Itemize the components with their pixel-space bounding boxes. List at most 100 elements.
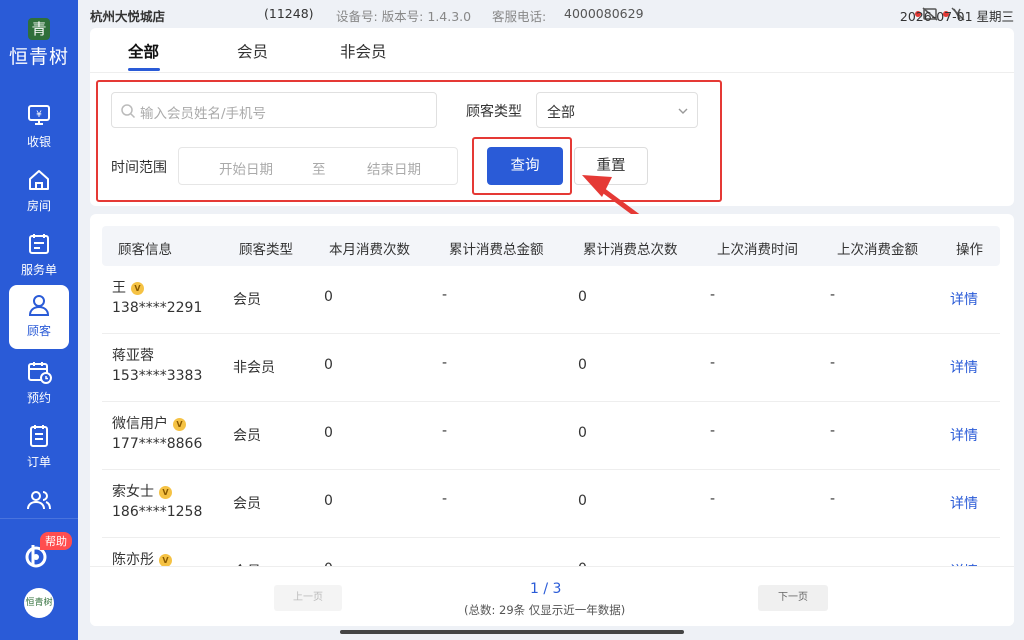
help-badge[interactable]: 帮助 bbox=[40, 532, 72, 550]
month-count: 0 bbox=[324, 493, 333, 509]
col-customer-info: 顾客信息 bbox=[118, 242, 172, 258]
last-amount: - bbox=[830, 355, 836, 371]
sidebar: 青 恒青树 ¥ 收银 房间 服务单 顾客 预约 订单 帮助 恒青树 bbox=[0, 0, 78, 640]
sidebar-item-label: 房间 bbox=[26, 199, 51, 213]
search-placeholder: 输入会员姓名/手机号 bbox=[140, 106, 267, 122]
sidebar-item-service-order[interactable]: 服务单 bbox=[9, 224, 69, 288]
vip-badge: V bbox=[173, 417, 186, 431]
col-total-amount: 累计消费总金额 bbox=[449, 242, 544, 258]
pagination: 上一页 1 / 3 (总数: 29条 仅显示近一年数据) 下一页 bbox=[90, 566, 1014, 626]
home-indicator[interactable] bbox=[340, 630, 684, 634]
month-count: 0 bbox=[324, 289, 333, 305]
status-bar: 杭州大悦城店 (11248) 设备号: 版本号: 1.4.3.0 客服电话: 4… bbox=[78, 0, 1024, 28]
brand-name: 恒青树 bbox=[8, 46, 69, 68]
customer-type-label: 顾客类型 bbox=[466, 104, 522, 120]
last-amount: - bbox=[830, 423, 836, 439]
customer-phone: 177****8866 bbox=[112, 436, 203, 452]
device-info: 设备号: 版本号: 1.4.3.0 bbox=[336, 9, 472, 24]
sidebar-item-customer[interactable]: 顾客 bbox=[9, 285, 69, 349]
brand: 青 恒青树 bbox=[0, 18, 78, 69]
sidebar-item-label: 收银 bbox=[26, 135, 51, 149]
footer-logo: 恒青树 bbox=[24, 588, 54, 618]
date-range-separator: 至 bbox=[312, 162, 326, 178]
total-amount: - bbox=[442, 423, 448, 439]
detail-link[interactable]: 详情 bbox=[950, 493, 978, 513]
total-count: 0 bbox=[578, 493, 587, 509]
sidebar-item-appointment[interactable]: 预约 bbox=[9, 352, 69, 416]
total-count: 0 bbox=[578, 289, 587, 305]
svg-text:¥: ¥ bbox=[36, 110, 42, 120]
table-row: 索女士 V 186****1258 会员 0 - 0 - - 详情 bbox=[102, 470, 1000, 538]
sidebar-item-label: 订单 bbox=[26, 455, 51, 469]
help-section: 帮助 bbox=[0, 518, 78, 640]
month-count: 0 bbox=[324, 425, 333, 441]
support-phone: 4000080629 bbox=[564, 6, 644, 21]
sidebar-item-label: 顾客 bbox=[26, 324, 51, 338]
table-header: 顾客信息 顾客类型 本月消费次数 累计消费总金额 累计消费总次数 上次消费时间 … bbox=[102, 226, 1000, 266]
sidebar-item-label: 服务单 bbox=[20, 263, 57, 277]
customer-type: 会员 bbox=[233, 292, 261, 308]
next-page-button[interactable]: 下一页 bbox=[758, 585, 828, 611]
tab-all[interactable]: 全部 bbox=[128, 40, 159, 62]
detail-link[interactable]: 详情 bbox=[950, 289, 978, 309]
datetime: 2026-07-01 星期三 bbox=[899, 9, 1014, 24]
chevron-down-icon bbox=[678, 108, 688, 114]
customer-icon bbox=[28, 295, 50, 316]
search-icon bbox=[121, 104, 136, 119]
last-time: - bbox=[710, 355, 716, 371]
col-customer-type: 顾客类型 bbox=[239, 242, 293, 258]
customer-phone: 186****1258 bbox=[112, 504, 203, 520]
sidebar-item-order[interactable]: 订单 bbox=[9, 416, 69, 480]
customer-name: 索女士 V bbox=[112, 481, 172, 501]
tab-non-member[interactable]: 非会员 bbox=[340, 40, 387, 62]
sidebar-item-label: 预约 bbox=[26, 391, 51, 405]
customer-table-card: 顾客信息 顾客类型 本月消费次数 累计消费总金额 累计消费总次数 上次消费时间 … bbox=[90, 214, 1014, 626]
detail-link[interactable]: 详情 bbox=[950, 357, 978, 377]
customer-name: 微信用户 V bbox=[112, 413, 186, 433]
total-count: 0 bbox=[578, 425, 587, 441]
prev-page-button[interactable]: 上一页 bbox=[274, 585, 342, 611]
customer-name: 王V bbox=[112, 277, 144, 297]
cashier-icon: ¥ bbox=[28, 105, 50, 125]
staff-icon bbox=[27, 491, 51, 510]
start-date-field[interactable]: 开始日期 bbox=[219, 158, 273, 178]
last-amount: - bbox=[830, 287, 836, 303]
store-name: 杭州大悦城店 bbox=[90, 9, 166, 24]
total-amount: - bbox=[442, 355, 448, 371]
col-action: 操作 bbox=[956, 242, 983, 258]
tabs-divider bbox=[90, 72, 1014, 73]
service-order-icon bbox=[29, 234, 49, 254]
end-date-field[interactable]: 结束日期 bbox=[367, 158, 421, 178]
last-time: - bbox=[710, 423, 716, 439]
search-input[interactable]: 输入会员姓名/手机号 bbox=[111, 92, 437, 128]
month-count: 0 bbox=[324, 357, 333, 373]
customer-type: 会员 bbox=[233, 496, 261, 512]
table-row: 蒋亚蓉 153****3383 非会员 0 - 0 - - 详情 bbox=[102, 334, 1000, 402]
sidebar-item-room[interactable]: 房间 bbox=[9, 160, 69, 224]
order-icon bbox=[30, 425, 48, 447]
customer-phone: 138****2291 bbox=[112, 300, 203, 316]
detail-link[interactable]: 详情 bbox=[950, 425, 978, 445]
last-amount: - bbox=[830, 491, 836, 507]
customer-phone: 153****3383 bbox=[112, 368, 203, 384]
vip-badge: V bbox=[159, 485, 172, 499]
customer-type-select[interactable]: 全部 bbox=[536, 92, 698, 128]
col-total-count: 累计消费总次数 bbox=[583, 242, 678, 258]
col-last-amount: 上次消费金额 bbox=[837, 242, 918, 258]
sidebar-item-staff[interactable] bbox=[9, 480, 69, 520]
customer-name: 蒋亚蓉 bbox=[112, 348, 154, 364]
customer-type-value: 全部 bbox=[547, 105, 575, 121]
brand-logo: 青 bbox=[28, 18, 50, 40]
sidebar-item-cashier[interactable]: ¥ 收银 bbox=[9, 96, 69, 160]
date-range-picker[interactable]: 开始日期 至 结束日期 bbox=[178, 147, 458, 185]
table-row: 王V 138****2291 会员 0 - 0 - - 详情 bbox=[102, 266, 1000, 334]
query-button[interactable]: 查询 bbox=[487, 147, 563, 185]
total-count-note: (总数: 29条 仅显示近一年数据) bbox=[464, 603, 626, 617]
tab-member[interactable]: 会员 bbox=[237, 40, 268, 62]
store-id: (11248) bbox=[264, 6, 314, 21]
calendar-icon bbox=[28, 362, 52, 384]
vip-badge: V bbox=[159, 553, 172, 567]
last-time: - bbox=[710, 491, 716, 507]
col-month-count: 本月消费次数 bbox=[329, 242, 410, 258]
home-icon bbox=[29, 170, 49, 190]
